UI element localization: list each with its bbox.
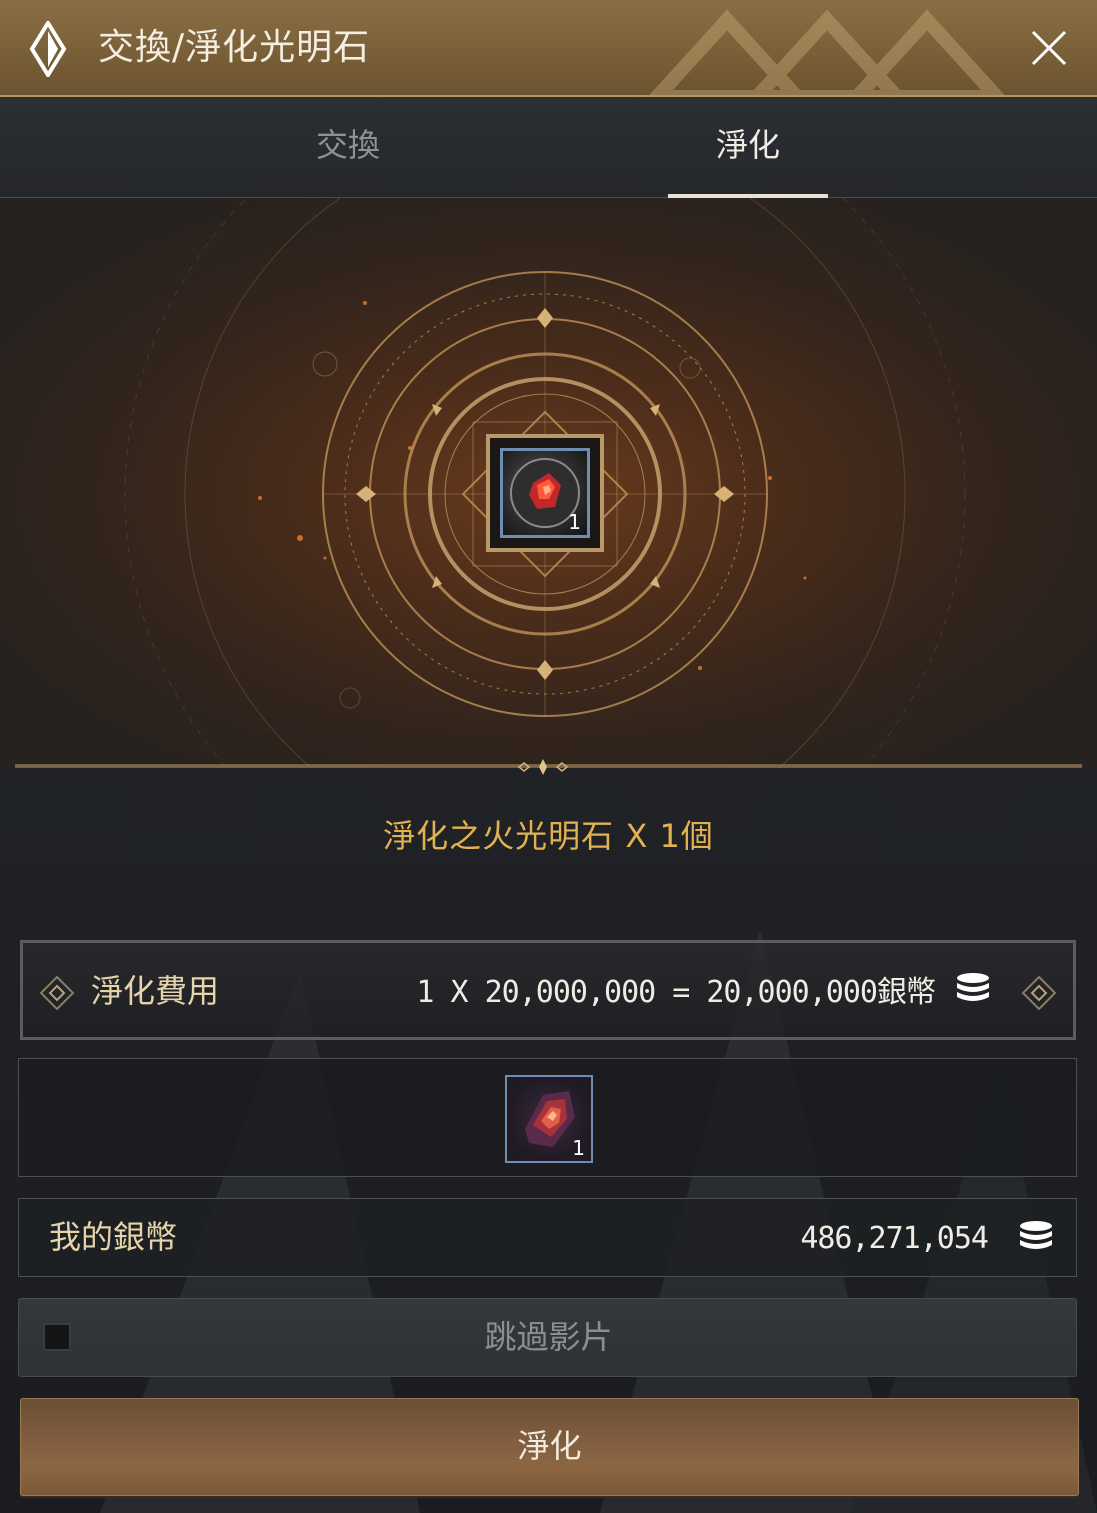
tab-bar: 交換 淨化: [0, 97, 1097, 198]
tab-exchange[interactable]: 交換: [228, 97, 468, 197]
cost-panel: 淨化費用 1 X 20,000,000 = 20,000,000銀幣: [20, 940, 1076, 1040]
cost-value: 1 X 20,000,000 = 20,000,000銀幣: [416, 975, 936, 1010]
silver-coin-icon: [1020, 1221, 1052, 1249]
diamond-icon: [29, 21, 67, 77]
material-panel: 1: [18, 1058, 1077, 1177]
material-slot[interactable]: 1: [505, 1075, 593, 1163]
window-title: 交換/淨化光明石: [98, 27, 371, 68]
purify-button-label: 淨化: [517, 1427, 582, 1465]
center-item-slot[interactable]: 1: [486, 434, 604, 552]
close-icon[interactable]: [1029, 28, 1069, 68]
skip-video-label: 跳過影片: [484, 1318, 613, 1356]
center-item-count: 1: [568, 510, 581, 534]
cost-label: 淨化費用: [91, 972, 220, 1010]
bright-stone-icon: 1: [500, 448, 590, 538]
magic-circle-stage: 1: [0, 198, 1097, 768]
my-silver-panel: 我的銀幣 486,271,054: [18, 1198, 1077, 1277]
material-count: 1: [572, 1136, 585, 1160]
silver-coin-icon: [957, 973, 989, 1001]
diamond-right-icon: [1021, 975, 1057, 1011]
skip-video-toggle[interactable]: 跳過影片: [18, 1298, 1077, 1377]
my-silver-label: 我的銀幣: [49, 1218, 178, 1256]
result-text: 淨化之火光明石 X 1個: [383, 817, 714, 855]
title-decoration: [649, 9, 1005, 95]
diamond-left-icon: [39, 975, 75, 1011]
purify-button[interactable]: 淨化: [20, 1398, 1079, 1496]
my-silver-value: 486,271,054: [800, 1221, 989, 1256]
title-bar: 交換/淨化光明石: [0, 0, 1097, 97]
tab-purify[interactable]: 淨化: [628, 97, 868, 198]
divider-ornament-icon: [517, 759, 569, 775]
purify-window: 交換/淨化光明石 交換 淨化 1 淨化之火光明石 X 1個 淨化費用 1 X 2…: [0, 0, 1097, 1513]
